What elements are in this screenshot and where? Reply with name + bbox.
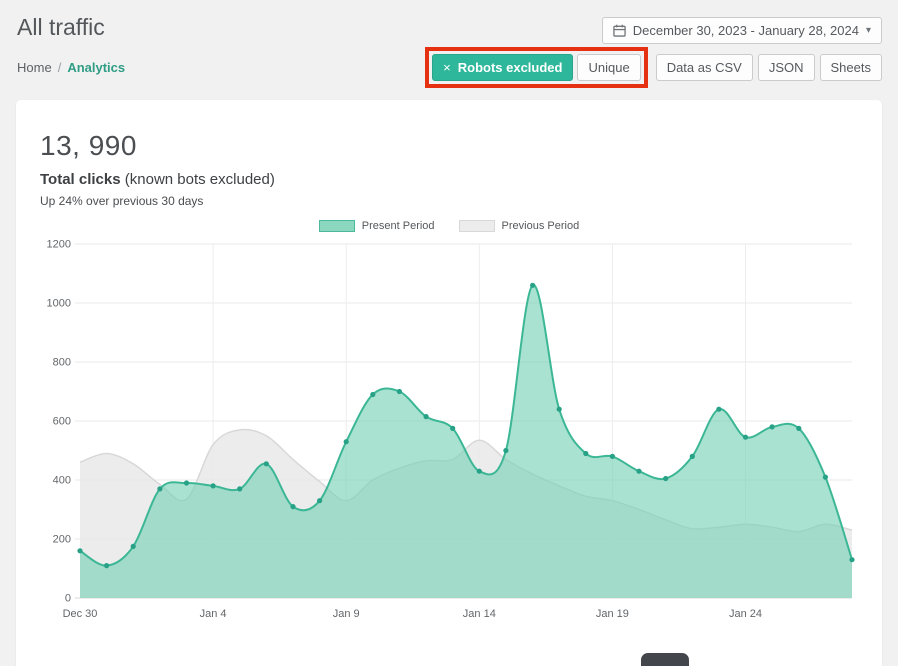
sheets-export-button[interactable]: Sheets: [820, 54, 882, 81]
unique-filter-button[interactable]: Unique: [577, 54, 640, 81]
svg-text:Jan 24: Jan 24: [729, 608, 762, 620]
svg-text:Dec 30: Dec 30: [63, 608, 98, 620]
svg-text:Jan 9: Jan 9: [333, 608, 360, 620]
legend-item-previous: Previous Period: [459, 220, 580, 232]
legend-item-present: Present Period: [319, 220, 435, 232]
robots-excluded-label: Robots excluded: [458, 60, 563, 75]
chart-legend: Present Period Previous Period: [40, 220, 858, 232]
previous-period-label: Previous Period: [502, 220, 580, 232]
svg-text:600: 600: [53, 416, 71, 428]
present-period-swatch: [319, 220, 355, 232]
svg-text:400: 400: [53, 475, 71, 487]
svg-text:0: 0: [65, 593, 71, 605]
traffic-area-chart[interactable]: 0 200 400 600 800 1000 1200 Dec 30 Jan 4 Jan 9 Jan…: [40, 236, 858, 628]
remove-filter-icon[interactable]: ×: [443, 60, 451, 75]
calendar-icon: [613, 24, 626, 37]
json-export-button[interactable]: JSON: [758, 54, 815, 81]
present-period-label: Present Period: [362, 220, 435, 232]
svg-text:800: 800: [53, 357, 71, 369]
breadcrumb-analytics-link[interactable]: Analytics: [67, 60, 125, 75]
total-clicks-value: 13, 990: [40, 130, 858, 162]
annotation-highlight-box: × Robots excluded Unique: [425, 47, 648, 88]
svg-text:Jan 4: Jan 4: [200, 608, 227, 620]
metric-label-line: Total clicks (known bots excluded): [40, 171, 858, 188]
previous-period-swatch: [459, 220, 495, 232]
robots-excluded-filter-button[interactable]: × Robots excluded: [432, 54, 573, 81]
export-button-group: Data as CSV JSON Sheets: [656, 54, 882, 81]
breadcrumb: Home / Analytics: [17, 60, 125, 75]
page-title: All traffic: [17, 14, 105, 41]
metric-label: Total clicks: [40, 171, 121, 188]
svg-text:200: 200: [53, 534, 71, 546]
breadcrumb-separator: /: [58, 60, 62, 75]
svg-text:Jan 14: Jan 14: [463, 608, 496, 620]
traffic-chart-card: 13, 990 Total clicks (known bots exclude…: [16, 100, 882, 666]
date-range-picker[interactable]: December 30, 2023 - January 28, 2024 ▾: [602, 17, 882, 44]
data-as-csv-button[interactable]: Data as CSV: [656, 54, 753, 81]
date-range-label: December 30, 2023 - January 28, 2024: [633, 23, 859, 38]
svg-text:Jan 19: Jan 19: [596, 608, 629, 620]
metric-note: (known bots excluded): [125, 171, 275, 188]
breadcrumb-home-link[interactable]: Home: [17, 60, 52, 75]
caret-down-icon: ▾: [866, 25, 871, 36]
svg-text:1200: 1200: [47, 239, 71, 251]
bottom-overlay-widget[interactable]: [641, 653, 689, 666]
comparison-text: Up 24% over previous 30 days: [40, 194, 858, 208]
toolbar-filter-row: × Robots excluded Unique Data as CSV JSO…: [425, 47, 882, 88]
analytics-page: All traffic Home / Analytics December 30, …: [0, 0, 898, 666]
svg-text:1000: 1000: [47, 298, 71, 310]
